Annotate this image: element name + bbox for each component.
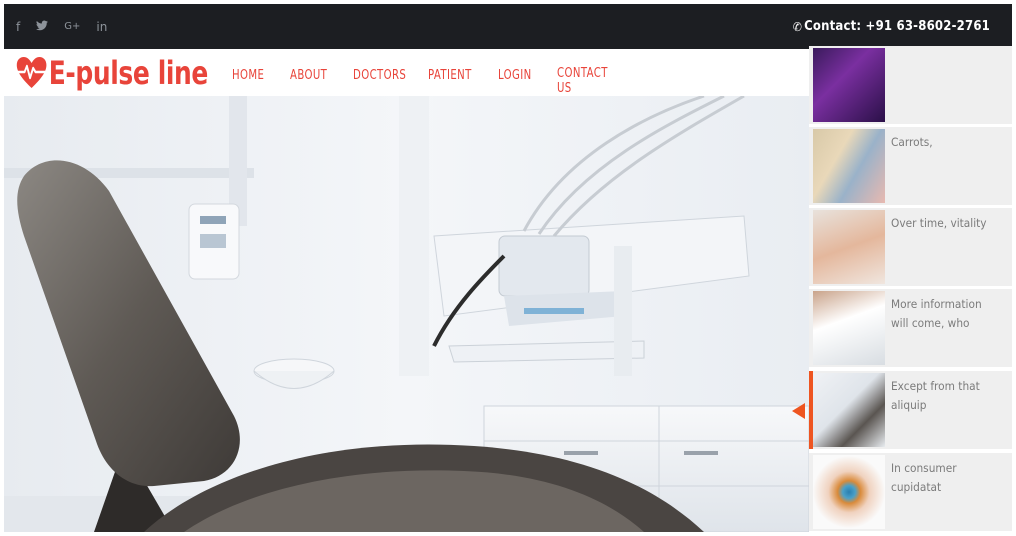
dental-office-illustration — [4, 96, 809, 532]
list-item[interactable]: In consumer cupidatat — [809, 453, 1012, 531]
social-links: f G+ in — [16, 4, 107, 49]
facebook-icon[interactable]: f — [16, 20, 20, 34]
thumbnail-image — [813, 48, 885, 122]
nav-doctors[interactable]: DOCTORS — [353, 68, 406, 83]
list-item-caption: Except from that aliquip — [891, 379, 980, 412]
thumbnail-image — [813, 455, 885, 529]
heart-pulse-icon — [16, 57, 47, 88]
nav-about-wrap: ABOUT — [290, 66, 338, 84]
list-item-caption: In consumer cupidatat — [891, 461, 957, 494]
hero-image — [4, 96, 809, 532]
top-bar: f G+ in ✆ Contact: +91 63-8602-2761 — [4, 4, 1012, 49]
contact-phone: Contact: +91 63-8602-2761 — [804, 19, 990, 34]
nav-doctors-wrap: DOCTORS — [353, 66, 421, 84]
list-item-caption: Carrots, — [891, 135, 933, 149]
list-item[interactable] — [809, 46, 1012, 124]
contact-info: ✆ Contact: +91 63-8602-2761 — [793, 4, 990, 49]
nav-patient-wrap: PATIENT — [428, 66, 484, 84]
thumbnail-image — [813, 373, 885, 447]
list-item-caption: Over time, vitality — [891, 216, 987, 230]
linkedin-icon[interactable]: in — [96, 20, 107, 34]
list-item-active[interactable]: Except from that aliquip — [809, 371, 1012, 449]
thumbnail-image — [813, 129, 885, 203]
list-item[interactable]: More information will come, who — [809, 289, 1012, 367]
google-plus-icon[interactable]: G+ — [64, 21, 80, 32]
active-item-pointer — [792, 403, 805, 419]
side-thumbnail-list: Carrots, Over time, vitality More inform… — [809, 46, 1012, 532]
list-item[interactable]: Carrots, — [809, 127, 1012, 205]
nav-home-wrap: HOME — [232, 66, 273, 84]
nav-patient[interactable]: PATIENT — [428, 68, 472, 83]
logo-text: E-pulse line — [48, 54, 209, 92]
list-item[interactable]: Over time, vitality — [809, 208, 1012, 286]
list-item-caption: More information will come, who — [891, 297, 982, 330]
nav-contact-us[interactable]: CONTACT US — [557, 66, 608, 96]
nav-home[interactable]: HOME — [232, 68, 264, 83]
phone-icon: ✆ — [792, 19, 803, 34]
thumbnail-image — [813, 210, 885, 284]
thumbnail-image — [813, 291, 885, 365]
nav-contact-wrap: CONTACT US — [557, 66, 622, 97]
site-logo[interactable]: E-pulse line — [16, 53, 208, 93]
twitter-icon[interactable] — [36, 19, 49, 34]
nav-login[interactable]: LOGIN — [498, 68, 532, 83]
nav-login-wrap: LOGIN — [498, 66, 541, 84]
nav-about[interactable]: ABOUT — [290, 68, 327, 83]
